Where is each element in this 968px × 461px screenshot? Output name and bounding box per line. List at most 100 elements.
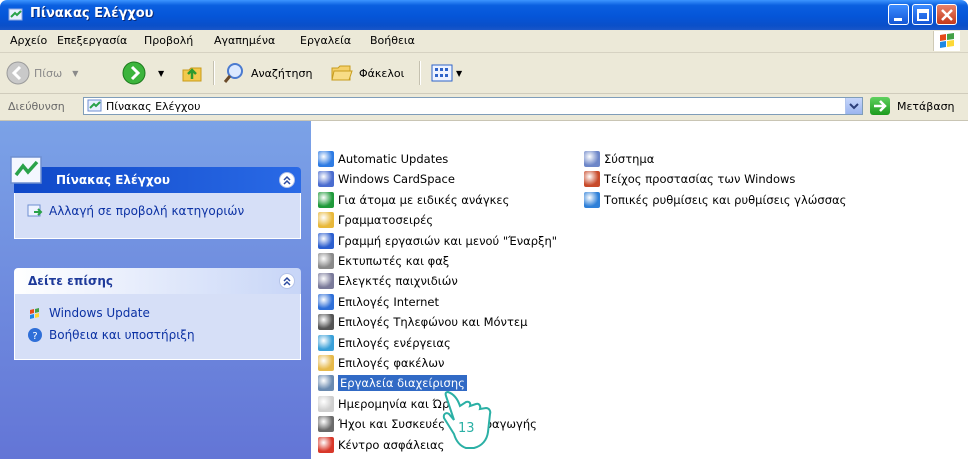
up-folder-icon: [182, 67, 202, 82]
control-panel-item-label: Επιλογές Internet: [338, 294, 440, 309]
control-panel-item-label: Τοπικές ρυθμίσεις και ρυθμίσεις γλώσσας: [604, 192, 847, 207]
system-icon: [584, 151, 600, 167]
control-panel-item-label: Γραμματοσειρές: [338, 213, 434, 228]
back-dropdown-icon[interactable]: ▼: [72, 69, 78, 78]
see-also-section-header[interactable]: Δείτε επίσης: [14, 268, 301, 294]
regional-icon: [584, 191, 600, 208]
control-panel-item[interactable]: Ελεγκτές παιχνιδιών: [318, 272, 458, 290]
address-dropdown-button[interactable]: [845, 98, 862, 114]
security-center-icon: [318, 436, 334, 453]
firewall-icon: [584, 171, 600, 188]
minimize-button[interactable]: [888, 4, 909, 25]
control-panel-section-header[interactable]: Πίνακας Ελέγχου: [10, 156, 301, 193]
close-button[interactable]: [936, 4, 957, 25]
control-panel-item[interactable]: Τείχος προστασίας των Windows: [584, 170, 795, 188]
help-icon: ?: [28, 328, 42, 342]
forward-dropdown-icon[interactable]: ▼: [158, 69, 164, 78]
admin-tools-icon: [318, 375, 334, 392]
chevron-down-icon: [849, 103, 859, 110]
switch-category-view-link[interactable]: Αλλαγή σε προβολή κατηγοριών: [15, 200, 300, 222]
control-panel-item[interactable]: Γραμματοσειρές: [318, 211, 433, 229]
chevron-up-icon: [283, 276, 291, 286]
toolbar: Πίσω ▼ ▼ Αναζήτηση Φάκελοι ▼: [0, 53, 968, 94]
game-controllers-icon: [318, 273, 334, 290]
folders-icon: [331, 65, 353, 81]
help-support-link[interactable]: ? Βοήθεια και υποστήριξη: [15, 324, 300, 346]
control-panel-item[interactable]: Εκτυπωτές και φαξ: [318, 252, 449, 270]
windows-update-link[interactable]: Windows Update: [15, 302, 300, 324]
forward-button[interactable]: ▼: [122, 61, 164, 85]
title-bar[interactable]: Πίνακας Ελέγχου: [0, 0, 968, 30]
search-button[interactable]: Αναζήτηση: [222, 61, 312, 85]
control-panel-item[interactable]: Σύστημα: [584, 150, 654, 168]
control-panel-item[interactable]: Κέντρο ασφάλειας: [318, 436, 444, 454]
control-panel-section: Πίνακας Ελέγχου Αλλαγή σε προβολή κατηγο…: [10, 156, 301, 239]
control-panel-item[interactable]: Επιλογές φακέλων: [318, 354, 444, 372]
folder-options-icon: [318, 355, 334, 371]
folders-button[interactable]: Φάκελοι: [330, 61, 404, 85]
see-also-section-body: Windows Update ? Βοήθεια και υποστήριξη: [14, 294, 301, 360]
svg-text:?: ?: [32, 331, 37, 342]
toolbar-separator: [213, 61, 215, 85]
go-button[interactable]: [870, 97, 890, 115]
back-button[interactable]: Πίσω ▼: [6, 61, 78, 85]
control-panel-item[interactable]: Επιλογές Internet: [318, 293, 439, 311]
control-panel-section-title: Πίνακας Ελέγχου: [56, 173, 170, 187]
control-panel-large-icon: [10, 156, 42, 184]
windows-update-icon: [30, 308, 39, 319]
control-panel-item[interactable]: Επιλογές ενέργειας: [318, 334, 451, 352]
control-panel-item-label: Γραμμή εργασιών και μενού "Έναρξη": [338, 233, 558, 248]
views-button[interactable]: ▼: [430, 61, 462, 85]
control-panel-item-label: Windows CardSpace: [338, 172, 455, 187]
internet-options-icon: [318, 293, 334, 310]
views-dropdown-icon[interactable]: ▼: [456, 69, 462, 78]
control-panel-section-body: Αλλαγή σε προβολή κατηγοριών: [14, 193, 301, 239]
menu-favorites[interactable]: Αγαπημένα: [214, 34, 275, 47]
accessibility-icon: [318, 191, 334, 208]
sounds-icon: [318, 416, 334, 433]
toolbar-separator: [419, 61, 421, 85]
menu-edit[interactable]: Επεξεργασία: [57, 34, 127, 47]
address-field[interactable]: Πίνακας Ελέγχου: [83, 97, 863, 115]
help-support-label: Βοήθεια και υποστήριξη: [49, 328, 195, 342]
collapse-button[interactable]: [279, 273, 295, 289]
menu-view[interactable]: Προβολή: [144, 34, 193, 47]
see-also-title: Δείτε επίσης: [28, 274, 114, 288]
control-panel-item-label: Σύστημα: [604, 152, 655, 166]
control-panel-item[interactable]: Για άτομα με ειδικές ανάγκες: [318, 191, 509, 209]
control-panel-item[interactable]: Automatic Updates: [318, 150, 448, 168]
address-label: Διεύθυνση: [8, 100, 65, 113]
switch-category-view-label: Αλλαγή σε προβολή κατηγοριών: [49, 204, 245, 218]
control-panel-item[interactable]: Γραμμή εργασιών και μενού "Έναρξη": [318, 232, 557, 250]
collapse-button[interactable]: [279, 172, 295, 188]
control-panel-item-label: Επιλογές φακέλων: [338, 356, 445, 370]
search-icon: [223, 63, 243, 83]
taskbar-icon: [318, 232, 334, 249]
up-folder-button[interactable]: [180, 61, 204, 85]
back-label: Πίσω: [34, 66, 63, 80]
control-panel-item[interactable]: Επιλογές Τηλεφώνου και Μόντεμ: [318, 313, 527, 331]
control-panel-item[interactable]: Τοπικές ρυθμίσεις και ρυθμίσεις γλώσσας: [584, 191, 846, 209]
menu-tools[interactable]: Εργαλεία: [300, 34, 351, 47]
menu-help[interactable]: Βοήθεια: [370, 34, 415, 47]
control-panel-item-label: Automatic Updates: [338, 152, 449, 166]
go-label[interactable]: Μετάβαση: [897, 100, 955, 113]
control-panel-item-label: Τείχος προστασίας των Windows: [604, 172, 796, 187]
menu-file[interactable]: Αρχείο: [10, 34, 47, 47]
search-label: Αναζήτηση: [251, 66, 313, 80]
window-title: Πίνακας Ελέγχου: [30, 6, 154, 21]
views-icon: [431, 64, 453, 82]
task-pane: Πίνακας Ελέγχου Αλλαγή σε προβολή κατηγο…: [0, 121, 311, 459]
control-panel-item-label: Για άτομα με ειδικές ανάγκες: [338, 192, 510, 207]
cardspace-icon: [318, 171, 334, 188]
control-panel-item-label: Επιλογές Τηλεφώνου και Μόντεμ: [338, 315, 528, 330]
maximize-button[interactable]: [912, 4, 933, 25]
automatic-updates-icon: [318, 151, 334, 167]
date-time-icon: [318, 395, 334, 412]
hand-pointer-icon: 13: [436, 388, 506, 461]
control-panel-item[interactable]: Windows CardSpace: [318, 170, 455, 188]
fonts-icon: [318, 212, 334, 229]
see-also-section: Δείτε επίσης Windows Update ? Βοήθεια κα…: [14, 268, 301, 360]
control-panel-item-label: Επιλογές ενέργειας: [338, 335, 451, 350]
category-view-icon: [27, 204, 43, 217]
